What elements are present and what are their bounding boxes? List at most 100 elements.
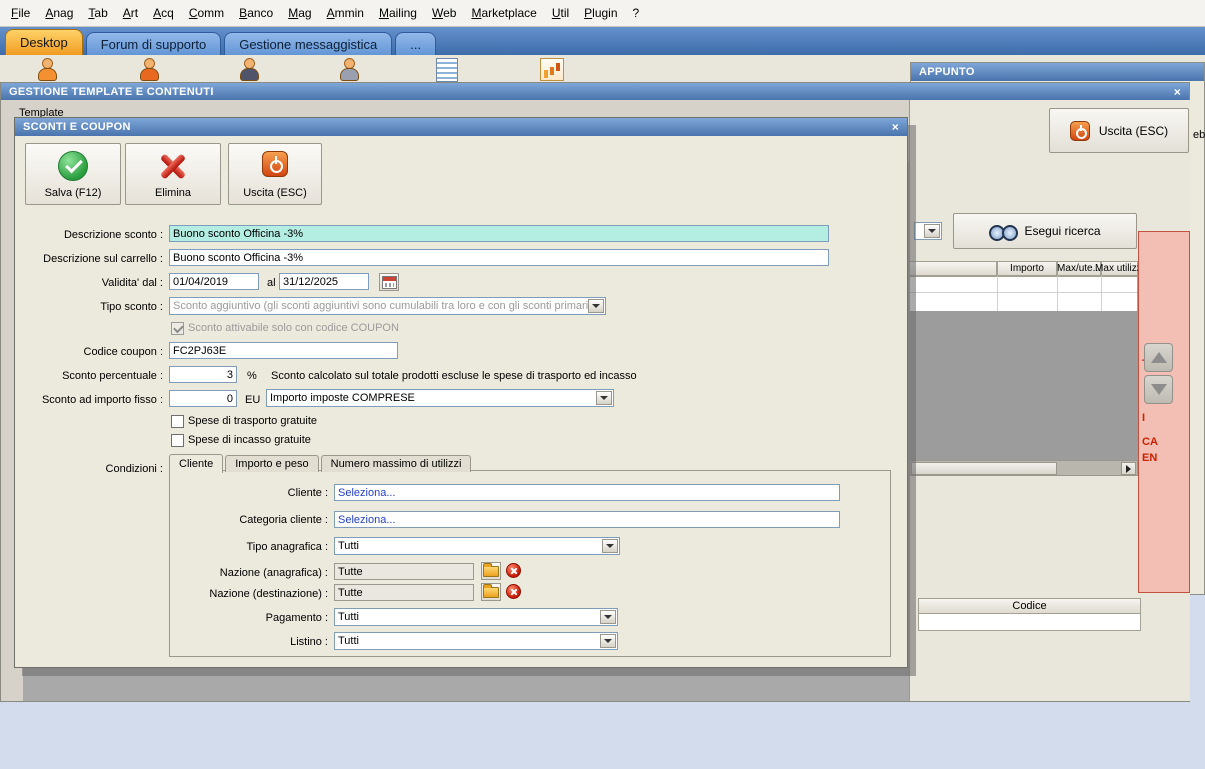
salva-button[interactable]: Salva (F12) xyxy=(25,143,121,205)
scrollbar-thumb[interactable] xyxy=(911,462,1057,475)
al-label: al xyxy=(267,277,276,289)
descrizione-carrello-input[interactable]: Buono sconto Officina -3% xyxy=(169,249,829,266)
move-up-button[interactable] xyxy=(1144,343,1173,372)
chevron-down-icon[interactable] xyxy=(602,539,618,553)
listino-combo[interactable]: Tutti xyxy=(334,632,618,650)
sconto-percentuale-note: Sconto calcolato sul totale prodotti esc… xyxy=(271,370,637,382)
menu-bar: File Anag Tab Art Acq Comm Banco Mag Amm… xyxy=(0,0,1205,27)
grid-header-empty[interactable] xyxy=(909,261,997,276)
tab-numero-massimo-utilizzi[interactable]: Numero massimo di utilizzi xyxy=(320,455,472,472)
esegui-ricerca-button[interactable]: Esegui ricerca xyxy=(953,213,1137,249)
elimina-label: Elimina xyxy=(154,187,192,199)
valuta-label: EU xyxy=(245,394,261,406)
menu-item-banco[interactable]: Banco xyxy=(232,3,280,23)
tab-cliente[interactable]: Cliente xyxy=(169,454,224,473)
chevron-down-icon[interactable] xyxy=(600,610,616,624)
menu-item-comm[interactable]: Comm xyxy=(182,3,231,23)
cliente-input[interactable]: Seleziona... xyxy=(334,484,840,501)
categoria-cliente-value[interactable]: Seleziona... xyxy=(338,514,395,526)
codice-coupon-input[interactable]: FC2PJ63E xyxy=(169,342,398,359)
menu-item-util[interactable]: Util xyxy=(545,3,576,23)
grid-header-importo[interactable]: Importo xyxy=(997,261,1057,276)
menu-item-web[interactable]: Web xyxy=(425,3,463,23)
menu-item-art[interactable]: Art xyxy=(116,3,145,23)
trasporto-checkbox[interactable] xyxy=(171,415,184,428)
person-icon-3[interactable] xyxy=(238,58,260,82)
menu-item-marketplace[interactable]: Marketplace xyxy=(464,3,543,23)
sconto-percentuale-input[interactable]: 3 xyxy=(169,366,237,383)
nazione-anagrafica-folder-button[interactable] xyxy=(481,562,501,580)
uscita-label: Uscita (ESC) xyxy=(243,187,307,199)
menu-item-mag[interactable]: Mag xyxy=(281,3,318,23)
person-icon-1[interactable] xyxy=(36,58,58,82)
sconti-e-coupon-dialog: SCONTI E COUPON × Salva (F12) Elimina Us… xyxy=(14,117,908,668)
menu-item-ammin[interactable]: Ammin xyxy=(320,3,371,23)
search-filter-combo[interactable] xyxy=(914,222,942,240)
nazione-anagrafica-label: Nazione (anagrafica) : xyxy=(219,567,328,579)
chart-icon[interactable] xyxy=(540,58,564,81)
list-icon[interactable] xyxy=(436,58,458,82)
menu-item-file[interactable]: File xyxy=(4,3,37,23)
menu-item-tab[interactable]: Tab xyxy=(81,3,114,23)
coupon-checkbox[interactable] xyxy=(171,322,184,335)
tab-desktop[interactable]: Desktop xyxy=(5,29,83,55)
incasso-checkbox[interactable] xyxy=(171,434,184,447)
sconto-percentuale-label: Sconto percentuale : xyxy=(62,370,163,382)
folder-icon xyxy=(483,562,499,577)
nazione-destinazione-input[interactable]: Tutte xyxy=(334,584,474,601)
sconto-importo-input[interactable]: 0 xyxy=(169,390,237,407)
x-mark-icon xyxy=(156,151,190,181)
scrollbar-right-arrow[interactable] xyxy=(1121,462,1136,475)
menu-item-plugin[interactable]: Plugin xyxy=(577,3,624,23)
tab-more[interactable]: ... xyxy=(395,32,437,55)
person-icon-4[interactable] xyxy=(338,58,360,82)
horizontal-scrollbar[interactable] xyxy=(909,460,1138,476)
menu-item-anag[interactable]: Anag xyxy=(38,3,80,23)
chevron-down-icon[interactable] xyxy=(600,634,616,648)
chevron-down-icon[interactable] xyxy=(596,391,612,405)
codice-header[interactable]: Codice xyxy=(918,598,1141,614)
pagamento-value: Tutti xyxy=(338,611,359,623)
tipo-anagrafica-label: Tipo anagrafica : xyxy=(246,541,328,553)
uscita-button[interactable]: Uscita (ESC) xyxy=(228,143,322,205)
importo-imposte-combo[interactable]: Importo imposte COMPRESE xyxy=(266,389,614,407)
validita-al-input[interactable]: 31/12/2025 xyxy=(279,273,369,290)
nazione-destinazione-clear-button[interactable] xyxy=(506,584,521,599)
categoria-cliente-input[interactable]: Seleziona... xyxy=(334,511,840,528)
menu-item-mailing[interactable]: Mailing xyxy=(372,3,424,23)
tipo-sconto-label: Tipo sconto : xyxy=(100,301,163,313)
tipo-anagrafica-combo[interactable]: Tutti xyxy=(334,537,620,555)
tab-forum-di-supporto[interactable]: Forum di supporto xyxy=(85,32,222,55)
cliente-tab-panel: Cliente : Seleziona... Categoria cliente… xyxy=(169,470,891,657)
uscita-esc-button[interactable]: Uscita (ESC) xyxy=(1049,108,1189,153)
uscita-esc-label: Uscita (ESC) xyxy=(1098,123,1169,138)
trasporto-checkbox-label: Spese di trasporto gratuite xyxy=(188,415,318,427)
codice-empty-row xyxy=(918,614,1141,631)
elimina-button[interactable]: Elimina xyxy=(125,143,221,205)
close-icon[interactable]: × xyxy=(892,120,899,134)
esegui-ricerca-label: Esegui ricerca xyxy=(1024,224,1101,238)
incasso-checkbox-label: Spese di incasso gratuite xyxy=(188,434,311,446)
cliente-value[interactable]: Seleziona... xyxy=(338,487,395,499)
tipo-sconto-combo[interactable]: Sconto aggiuntivo (gli sconti aggiuntivi… xyxy=(169,297,606,315)
tab-gestione-messaggistica[interactable]: Gestione messaggistica xyxy=(224,32,393,55)
person-icon-2[interactable] xyxy=(138,58,160,82)
pagamento-combo[interactable]: Tutti xyxy=(334,608,618,626)
chevron-down-icon[interactable] xyxy=(588,299,604,313)
calendar-icon xyxy=(381,275,397,289)
codice-coupon-label: Codice coupon : xyxy=(83,346,164,358)
calendar-button[interactable] xyxy=(379,273,399,291)
nazione-destinazione-folder-button[interactable] xyxy=(481,583,501,601)
menu-item-help[interactable]: ? xyxy=(626,3,647,23)
grid-header-max-utilizzi[interactable]: Max utilizzi xyxy=(1095,261,1144,276)
menu-item-acq[interactable]: Acq xyxy=(146,3,181,23)
validita-dal-input[interactable]: 01/04/2019 xyxy=(169,273,259,290)
descrizione-sconto-input[interactable]: Buono sconto Officina -3% xyxy=(169,225,829,242)
nazione-anagrafica-input[interactable]: Tutte xyxy=(334,563,474,580)
chevron-down-icon[interactable] xyxy=(924,224,940,238)
side-fragment: I xyxy=(1142,412,1146,424)
nazione-anagrafica-clear-button[interactable] xyxy=(506,563,521,578)
tab-importo-e-peso[interactable]: Importo e peso xyxy=(225,455,319,472)
move-down-button[interactable] xyxy=(1144,375,1173,404)
close-icon[interactable]: × xyxy=(1174,85,1181,99)
